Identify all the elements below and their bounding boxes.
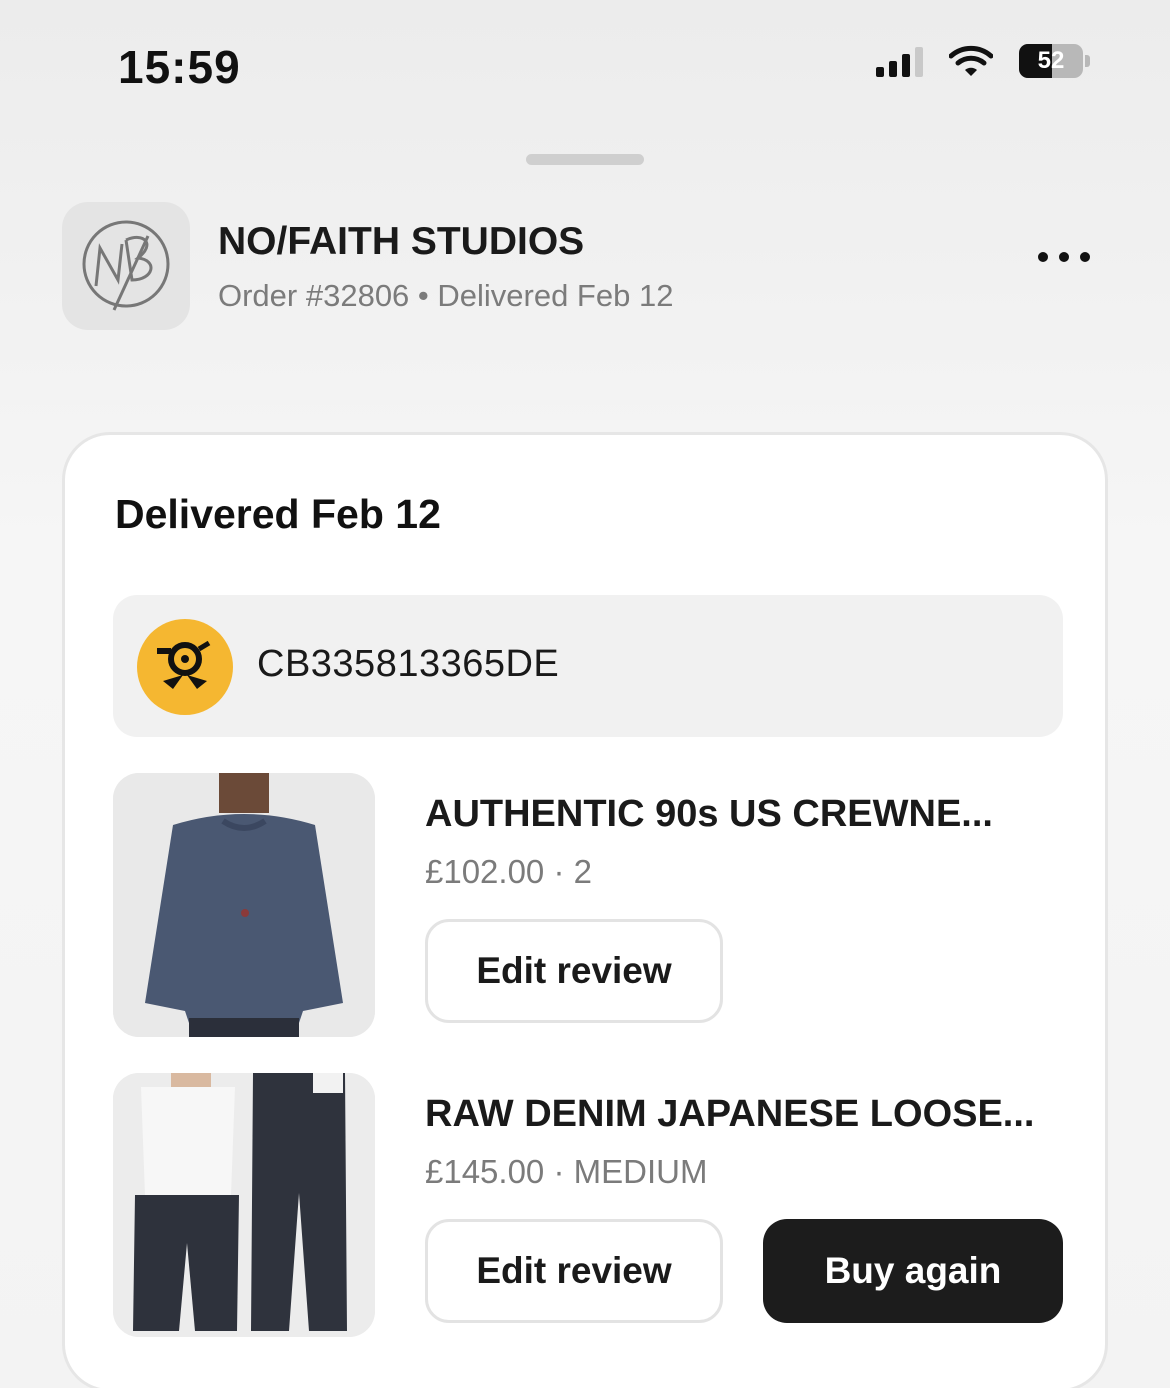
buy-again-button[interactable]: Buy again bbox=[763, 1219, 1063, 1323]
order-meta: Order #32806 • Delivered Feb 12 bbox=[218, 278, 674, 313]
edit-review-button[interactable]: Edit review bbox=[425, 919, 723, 1023]
item-price-size: £145.00 · MEDIUM bbox=[425, 1153, 708, 1190]
tracking-row[interactable]: CB335813365DE bbox=[113, 595, 1063, 737]
store-name[interactable]: NO/FAITH STUDIOS bbox=[218, 220, 584, 264]
navy-crewneck-sweatshirt-photo[interactable] bbox=[113, 773, 375, 1037]
wifi-icon bbox=[949, 45, 993, 77]
more-options-button[interactable] bbox=[1038, 252, 1090, 262]
item-price-quantity: £102.00 · 2 bbox=[425, 853, 592, 890]
tracking-number: CB335813365DE bbox=[257, 643, 560, 685]
item-title[interactable]: AUTHENTIC 90s US CREWNE... bbox=[425, 793, 993, 836]
more-horizontal-icon bbox=[1038, 252, 1048, 262]
loose-raw-denim-jeans-photo[interactable] bbox=[113, 1073, 375, 1337]
sheet-grabber[interactable] bbox=[526, 154, 644, 165]
battery-icon: 52 bbox=[1019, 44, 1090, 78]
delivery-status-title: Delivered Feb 12 bbox=[115, 491, 441, 537]
store-logo-icon[interactable] bbox=[62, 202, 190, 330]
status-icons: 52 bbox=[876, 44, 1090, 78]
edit-review-button[interactable]: Edit review bbox=[425, 1219, 723, 1323]
order-card: Delivered Feb 12 CB335813365DE AUTHENTIC… bbox=[62, 432, 1108, 1388]
status-time: 15:59 bbox=[118, 41, 241, 93]
item-title[interactable]: RAW DENIM JAPANESE LOOSE... bbox=[425, 1093, 1034, 1136]
battery-percent: 52 bbox=[1037, 47, 1065, 74]
order-sheet: 15:59 52 NO/FAITH STUDIOS Order #32806 •… bbox=[0, 0, 1170, 1388]
deutsche-post-horn-icon bbox=[137, 619, 233, 715]
cellular-signal-icon bbox=[876, 45, 923, 77]
